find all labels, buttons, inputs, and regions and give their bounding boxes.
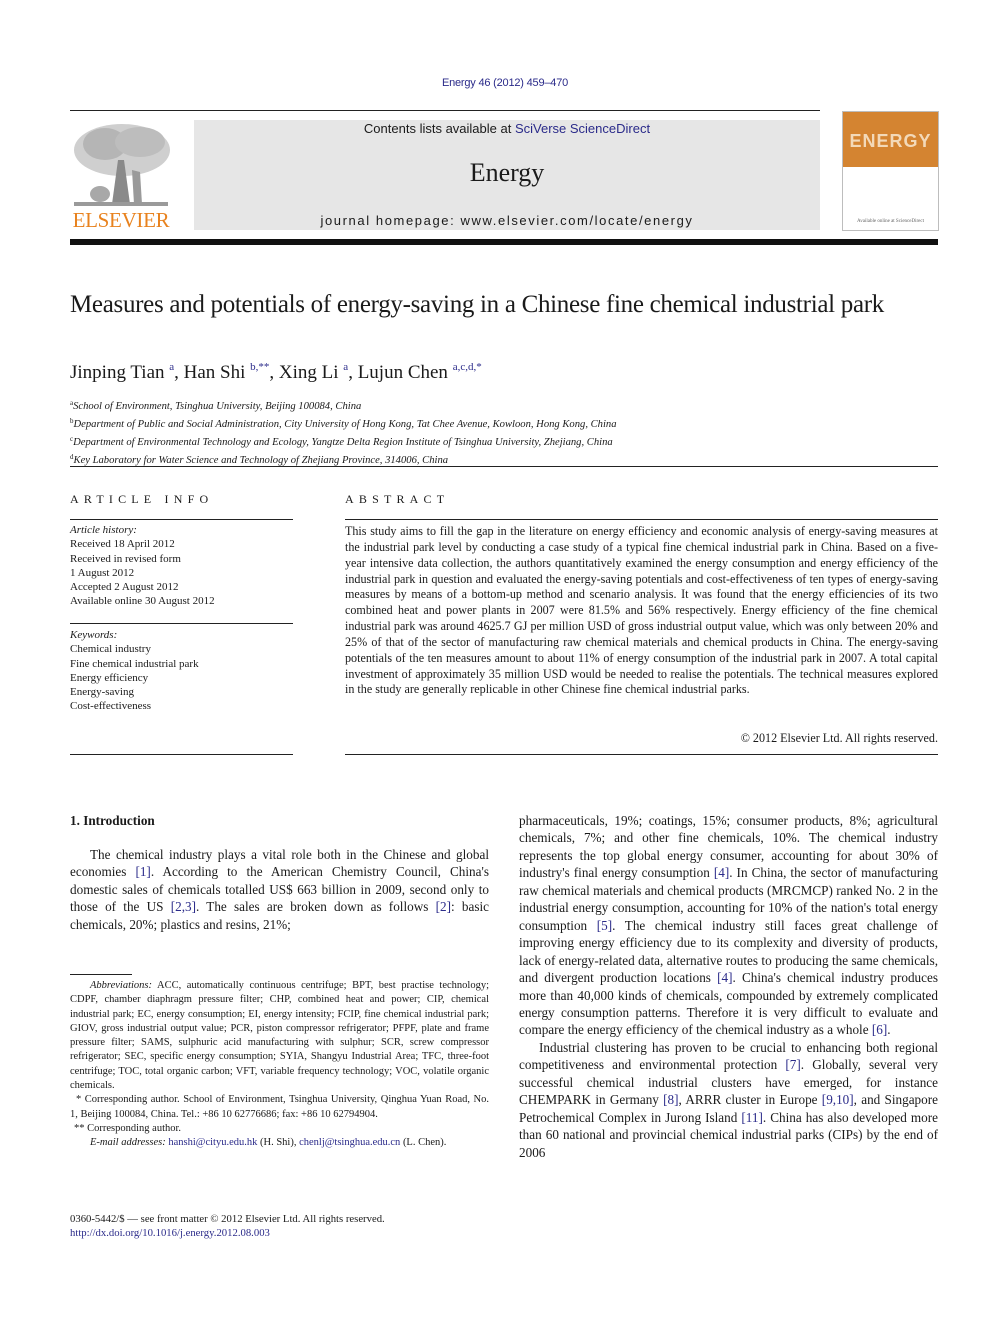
title-divider xyxy=(70,466,938,467)
front-matter: 0360-5442/$ — see front matter © 2012 El… xyxy=(70,1212,500,1240)
abbreviations-text: ACC, automatically continuous centrifuge… xyxy=(70,980,490,1092)
affiliation: cDepartment of Environmental Technology … xyxy=(70,432,940,450)
author-name[interactable]: Lujun Chen xyxy=(358,362,448,383)
corresponding-author-footnote-2: ** Corresponding author. xyxy=(74,1122,182,1134)
author-name[interactable]: Xing Li xyxy=(279,362,339,383)
section-heading-introduction: 1. Introduction xyxy=(70,813,155,828)
history-item: Received in revised form xyxy=(70,552,181,565)
journal-name: Energy xyxy=(469,158,545,187)
history-item: 1 August 2012 xyxy=(70,566,135,579)
abstract-copyright: © 2012 Elsevier Ltd. All rights reserved… xyxy=(740,731,938,745)
keyword: Fine chemical industrial park xyxy=(70,657,199,670)
header-rule xyxy=(70,110,820,111)
sciencedirect-link[interactable]: SciVerse ScienceDirect xyxy=(515,121,650,136)
divider xyxy=(345,519,938,520)
issn-line: 0360-5442/$ — see front matter © 2012 El… xyxy=(70,1213,385,1225)
reference-link[interactable]: [9,10] xyxy=(822,1092,854,1107)
keyword: Cost-effectiveness xyxy=(70,700,152,713)
intro-paragraph-2: Industrial clustering has proven to be c… xyxy=(519,1039,938,1160)
reference-link[interactable]: [8] xyxy=(663,1092,678,1107)
cover-title: ENERGY xyxy=(849,131,932,151)
abbreviations-footnote: Abbreviations: ACC, automatically contin… xyxy=(70,979,489,1093)
reference-link[interactable]: [2,3] xyxy=(171,899,196,914)
email-owner: (H. Shi), xyxy=(257,1137,300,1149)
author-affiliation-mark[interactable]: b,** xyxy=(250,361,269,373)
divider xyxy=(70,754,293,755)
right-column: pharmaceuticals, 19%; coatings, 15%; con… xyxy=(519,812,938,1161)
history-item: Received 18 April 2012 xyxy=(70,538,175,551)
email-link[interactable]: hanshi@cityu.edu.hk xyxy=(168,1137,257,1148)
journal-banner: Contents lists available at SciVerse Sci… xyxy=(194,120,820,230)
affiliation: aSchool of Environment, Tsinghua Univers… xyxy=(70,396,940,414)
author-list: Jinping Tian a, Han Shi b,**, Xing Li a,… xyxy=(70,361,482,383)
author-name[interactable]: Han Shi xyxy=(184,362,246,383)
journal-citation[interactable]: Energy 46 (2012) 459–470 xyxy=(0,77,992,89)
author-name[interactable]: Jinping Tian xyxy=(70,362,165,383)
footnotes: Abbreviations: ACC, automatically contin… xyxy=(70,979,489,1151)
email-label: E-mail addresses: xyxy=(90,1137,166,1149)
article-history: Article history: Received 18 April 2012 … xyxy=(70,523,300,609)
keyword: Energy efficiency xyxy=(70,671,149,684)
cover-footer: Available online at ScienceDirect xyxy=(857,219,924,224)
reference-link[interactable]: [11] xyxy=(741,1110,762,1125)
email-link[interactable]: chenlj@tsinghua.edu.cn xyxy=(299,1137,400,1148)
elsevier-logo: ELSEVIER xyxy=(70,120,172,233)
doi-link[interactable]: http://dx.doi.org/10.1016/j.energy.2012.… xyxy=(70,1227,270,1239)
history-item: Accepted 2 August 2012 xyxy=(70,581,179,594)
author-affiliation-mark[interactable]: a,c,d,* xyxy=(453,361,482,373)
contents-line: Contents lists available at SciVerse Sci… xyxy=(363,121,651,136)
keywords-label: Keywords: xyxy=(70,629,118,641)
abbreviations-label: Abbreviations: xyxy=(90,980,153,991)
reference-link[interactable]: [2] xyxy=(436,899,451,914)
affiliation-text: Department of Public and Social Administ… xyxy=(73,419,617,430)
article-title: Measures and potentials of energy-saving… xyxy=(70,291,884,318)
intro-paragraph-1: The chemical industry plays a vital role… xyxy=(70,847,489,932)
affiliation: bDepartment of Public and Social Adminis… xyxy=(70,414,940,432)
affiliation-text: Key Laboratory for Water Science and Tec… xyxy=(73,455,449,466)
divider xyxy=(70,623,293,624)
divider xyxy=(70,519,293,520)
affiliation-text: Department of Environmental Technology a… xyxy=(73,437,613,448)
abstract-text: This study aims to fill the gap in the l… xyxy=(345,524,938,697)
citation-link[interactable]: Energy 46 (2012) 459–470 xyxy=(442,77,568,89)
affiliation-text: School of Environment, Tsinghua Universi… xyxy=(73,401,362,412)
reference-link[interactable]: [4] xyxy=(714,865,729,880)
keyword: Energy-saving xyxy=(70,686,134,699)
history-item: Available online 30 August 2012 xyxy=(70,595,215,608)
article-history-label: Article history: xyxy=(70,524,137,536)
reference-link[interactable]: [5] xyxy=(597,918,612,933)
reference-link[interactable]: [7] xyxy=(785,1057,800,1072)
email-footnote: E-mail addresses: hanshi@cityu.edu.hk (H… xyxy=(70,1136,489,1150)
reference-link[interactable]: [1] xyxy=(135,864,150,879)
elsevier-tree-icon xyxy=(70,120,172,208)
keywords: Keywords: Chemical industry Fine chemica… xyxy=(70,628,300,714)
reference-link[interactable]: [4] xyxy=(717,970,732,985)
author-affiliation-mark[interactable]: a xyxy=(343,361,348,373)
journal-cover-thumbnail[interactable]: ENERGY Available online at ScienceDirect xyxy=(842,111,939,231)
reference-link[interactable]: [6] xyxy=(872,1022,887,1037)
divider xyxy=(345,754,938,755)
corresponding-author-footnote: * Corresponding author. School of Enviro… xyxy=(70,1094,489,1120)
publisher-wordmark: ELSEVIER xyxy=(72,208,170,232)
footnote-rule xyxy=(70,974,132,975)
intro-paragraph-1-cont: pharmaceuticals, 19%; coatings, 15%; con… xyxy=(519,813,938,1038)
abstract-heading: ABSTRACT xyxy=(345,492,450,506)
article-info-heading: ARTICLE INFO xyxy=(70,492,214,506)
header-thick-rule xyxy=(70,239,938,245)
email-owner: (L. Chen). xyxy=(400,1137,447,1149)
affiliation-list: aSchool of Environment, Tsinghua Univers… xyxy=(70,396,940,468)
keyword: Chemical industry xyxy=(70,643,151,656)
author-affiliation-mark[interactable]: a xyxy=(169,361,174,373)
journal-homepage[interactable]: journal homepage: www.elsevier.com/locat… xyxy=(194,213,820,228)
